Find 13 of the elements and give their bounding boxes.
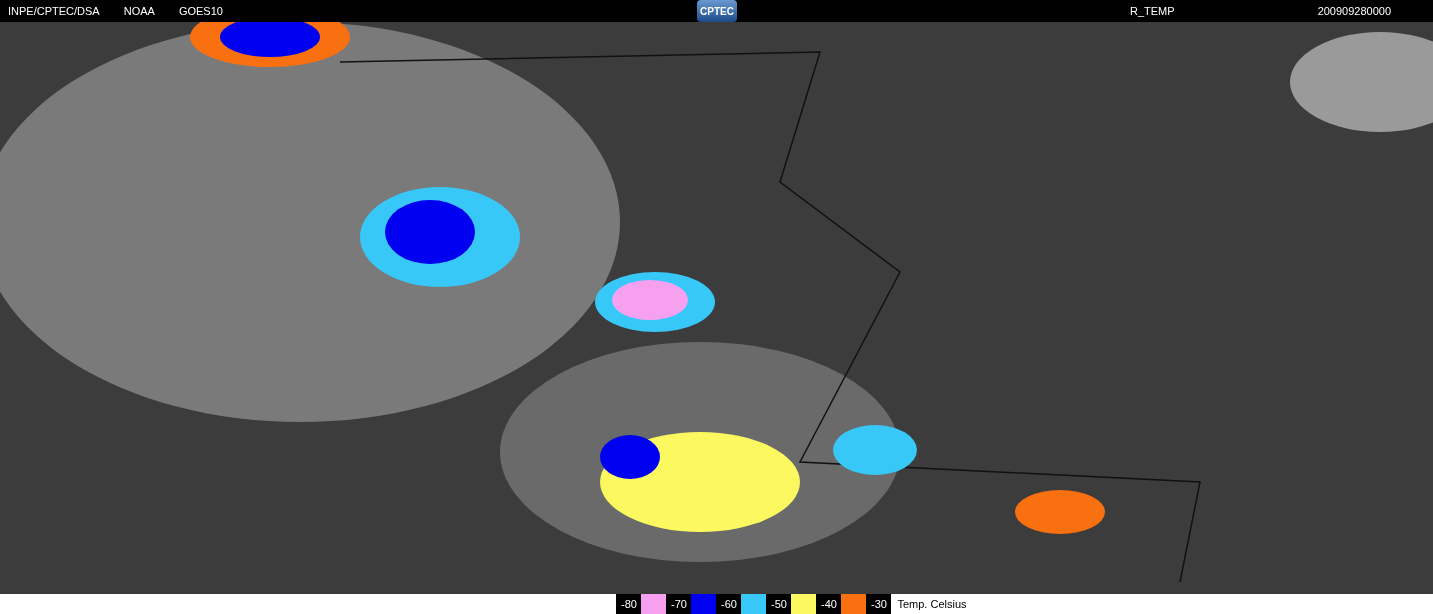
header-label: NOAA [123, 5, 155, 17]
legend-unit: Temp. Celsius [896, 597, 967, 612]
legend-value: -80 [616, 594, 642, 614]
timestamp: 200909280000 [1317, 5, 1392, 17]
header-label: INPE/CPTEC/DSA [8, 5, 100, 17]
legend-value: -40 [816, 594, 842, 614]
product-label: R_TEMP [1130, 5, 1175, 17]
legend-value: -30 [866, 594, 892, 614]
legend-value: -70 [666, 594, 692, 614]
legend-value: -60 [716, 594, 742, 614]
legend-value: -50 [766, 594, 792, 614]
logo: CPTEC [697, 0, 737, 22]
header-label: GOES10 [178, 5, 223, 17]
